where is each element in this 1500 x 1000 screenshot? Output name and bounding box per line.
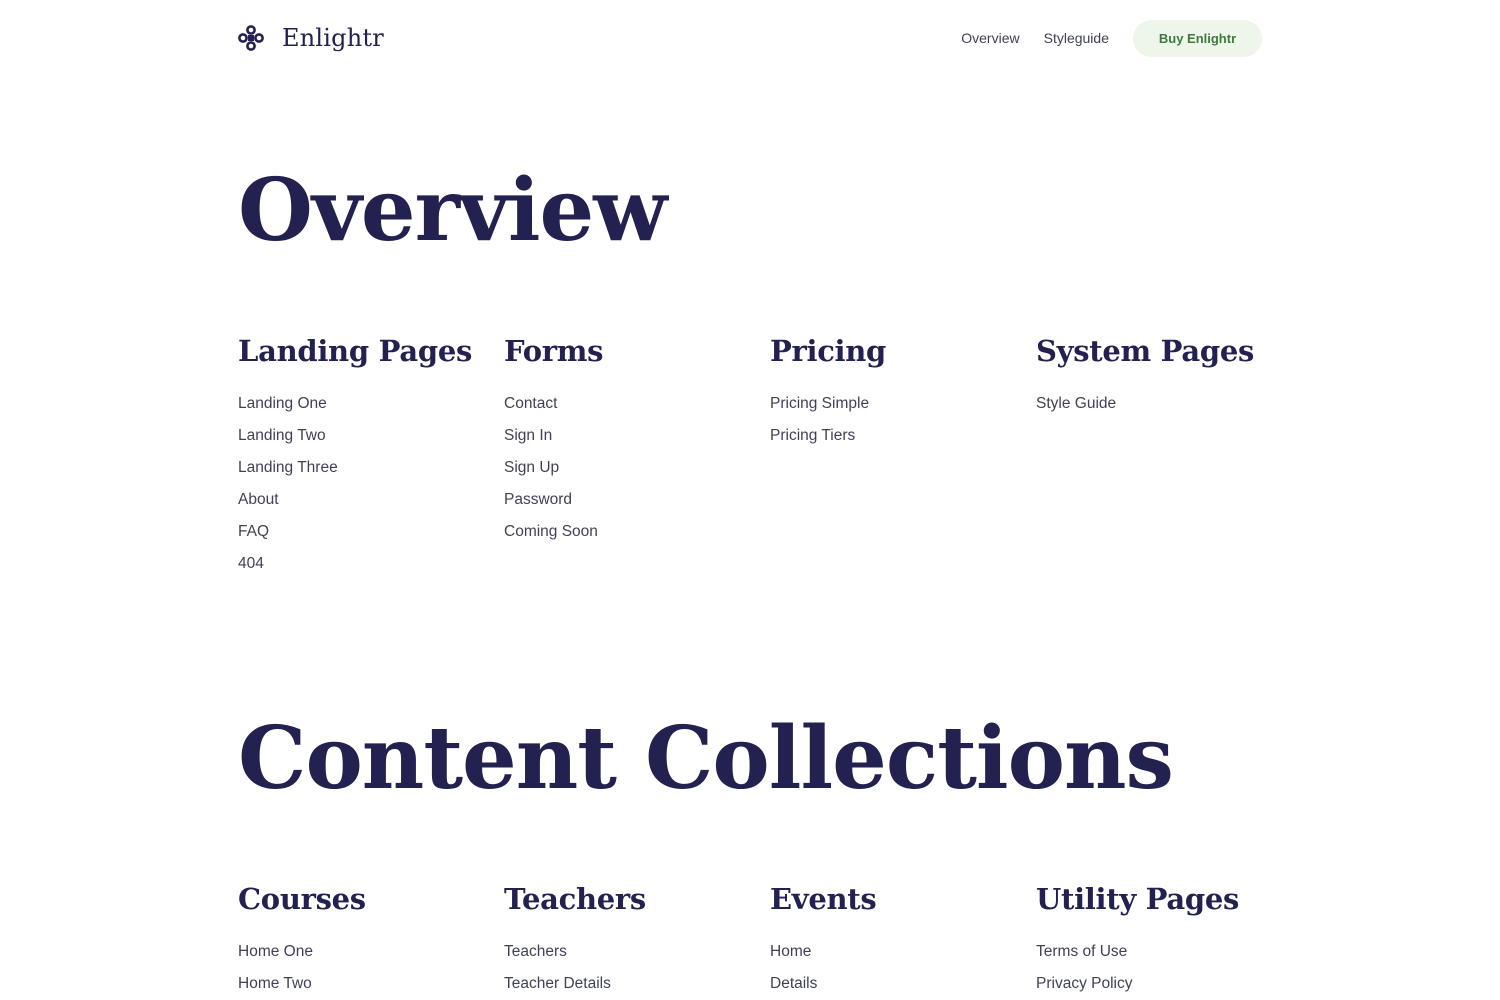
nav-link-styleguide[interactable]: Styleguide: [1044, 30, 1109, 46]
list-item: Teacher Details: [504, 968, 770, 1000]
link-landing-two[interactable]: Landing Two: [238, 427, 326, 444]
list-item: Pricing Simple: [770, 388, 1036, 420]
column-title: Events: [770, 882, 877, 916]
column-title: Pricing: [770, 334, 887, 368]
column-title: Utility Pages: [1036, 882, 1240, 916]
column-courses: Courses Home One Home Two: [238, 882, 504, 1000]
column-landing-pages: Landing Pages Landing One Landing Two La…: [238, 334, 504, 580]
column-system-pages: System Pages Style Guide: [1036, 334, 1302, 580]
column-title: System Pages: [1036, 334, 1255, 368]
main-nav: Overview Styleguide Buy Enlightr: [961, 19, 1262, 57]
link-coming-soon[interactable]: Coming Soon: [504, 523, 598, 540]
link-sign-up[interactable]: Sign Up: [504, 459, 559, 476]
list-item: Terms of Use: [1036, 936, 1302, 968]
content-collections-section: Courses Home One Home Two Teachers Teach…: [238, 882, 1302, 1000]
brand-logo-link[interactable]: Enlightr: [238, 24, 384, 52]
column-teachers: Teachers Teachers Teacher Details: [504, 882, 770, 1000]
buy-button[interactable]: Buy Enlightr: [1133, 19, 1262, 57]
page: Enlightr Overview Styleguide Buy Enlight…: [0, 0, 1500, 1000]
column-title: Landing Pages: [238, 334, 472, 368]
link-404[interactable]: 404: [238, 555, 264, 572]
list-item: Teachers: [504, 936, 770, 968]
list-item: Pricing Tiers: [770, 420, 1036, 452]
list-item: Password: [504, 484, 770, 516]
list-item: Landing One: [238, 388, 504, 420]
column-title: Teachers: [504, 882, 646, 916]
link-home-two[interactable]: Home Two: [238, 975, 312, 992]
link-events-details[interactable]: Details: [770, 975, 817, 992]
link-list: Contact Sign In Sign Up Password Coming …: [504, 388, 770, 548]
list-item: Home Two: [238, 968, 504, 1000]
clover-logo-icon: [238, 25, 264, 51]
link-pricing-simple[interactable]: Pricing Simple: [770, 395, 869, 412]
list-item: Contact: [504, 388, 770, 420]
content-collections-title: Content Collections: [238, 708, 1174, 809]
column-events: Events Home Details: [770, 882, 1036, 1000]
list-item: FAQ: [238, 516, 504, 548]
link-faq[interactable]: FAQ: [238, 523, 269, 540]
link-privacy-policy[interactable]: Privacy Policy: [1036, 975, 1132, 992]
list-item: Home One: [238, 936, 504, 968]
column-utility-pages: Utility Pages Terms of Use Privacy Polic…: [1036, 882, 1302, 1000]
link-password[interactable]: Password: [504, 491, 572, 508]
list-item: Home: [770, 936, 1036, 968]
link-list: Home Details: [770, 936, 1036, 1000]
list-item: 404: [238, 548, 504, 580]
list-item: Coming Soon: [504, 516, 770, 548]
column-pricing: Pricing Pricing Simple Pricing Tiers: [770, 334, 1036, 580]
list-item: Style Guide: [1036, 388, 1302, 420]
nav-link-overview[interactable]: Overview: [961, 30, 1019, 46]
link-list: Landing One Landing Two Landing Three Ab…: [238, 388, 504, 580]
link-list: Terms of Use Privacy Policy: [1036, 936, 1302, 1000]
link-list: Teachers Teacher Details: [504, 936, 770, 1000]
link-events-home[interactable]: Home: [770, 943, 811, 960]
list-item: Details: [770, 968, 1036, 1000]
column-title: Forms: [504, 334, 604, 368]
link-list: Style Guide: [1036, 388, 1302, 420]
site-header: Enlightr Overview Styleguide Buy Enlight…: [238, 18, 1262, 58]
list-item: Landing Three: [238, 452, 504, 484]
column-title: Courses: [238, 882, 366, 916]
overview-title: Overview: [238, 160, 667, 261]
link-pricing-tiers[interactable]: Pricing Tiers: [770, 427, 855, 444]
brand-name: Enlightr: [282, 24, 384, 52]
link-list: Home One Home Two: [238, 936, 504, 1000]
list-item: Sign Up: [504, 452, 770, 484]
overview-section: Landing Pages Landing One Landing Two La…: [238, 334, 1302, 580]
link-terms-of-use[interactable]: Terms of Use: [1036, 943, 1127, 960]
list-item: About: [238, 484, 504, 516]
link-landing-one[interactable]: Landing One: [238, 395, 327, 412]
link-home-one[interactable]: Home One: [238, 943, 313, 960]
column-forms: Forms Contact Sign In Sign Up Password C…: [504, 334, 770, 580]
list-item: Privacy Policy: [1036, 968, 1302, 1000]
link-teachers[interactable]: Teachers: [504, 943, 567, 960]
link-list: Pricing Simple Pricing Tiers: [770, 388, 1036, 452]
link-contact[interactable]: Contact: [504, 395, 557, 412]
link-landing-three[interactable]: Landing Three: [238, 459, 338, 476]
link-about[interactable]: About: [238, 491, 279, 508]
link-style-guide[interactable]: Style Guide: [1036, 395, 1116, 412]
list-item: Sign In: [504, 420, 770, 452]
link-teacher-details[interactable]: Teacher Details: [504, 975, 611, 992]
link-sign-in[interactable]: Sign In: [504, 427, 552, 444]
list-item: Landing Two: [238, 420, 504, 452]
